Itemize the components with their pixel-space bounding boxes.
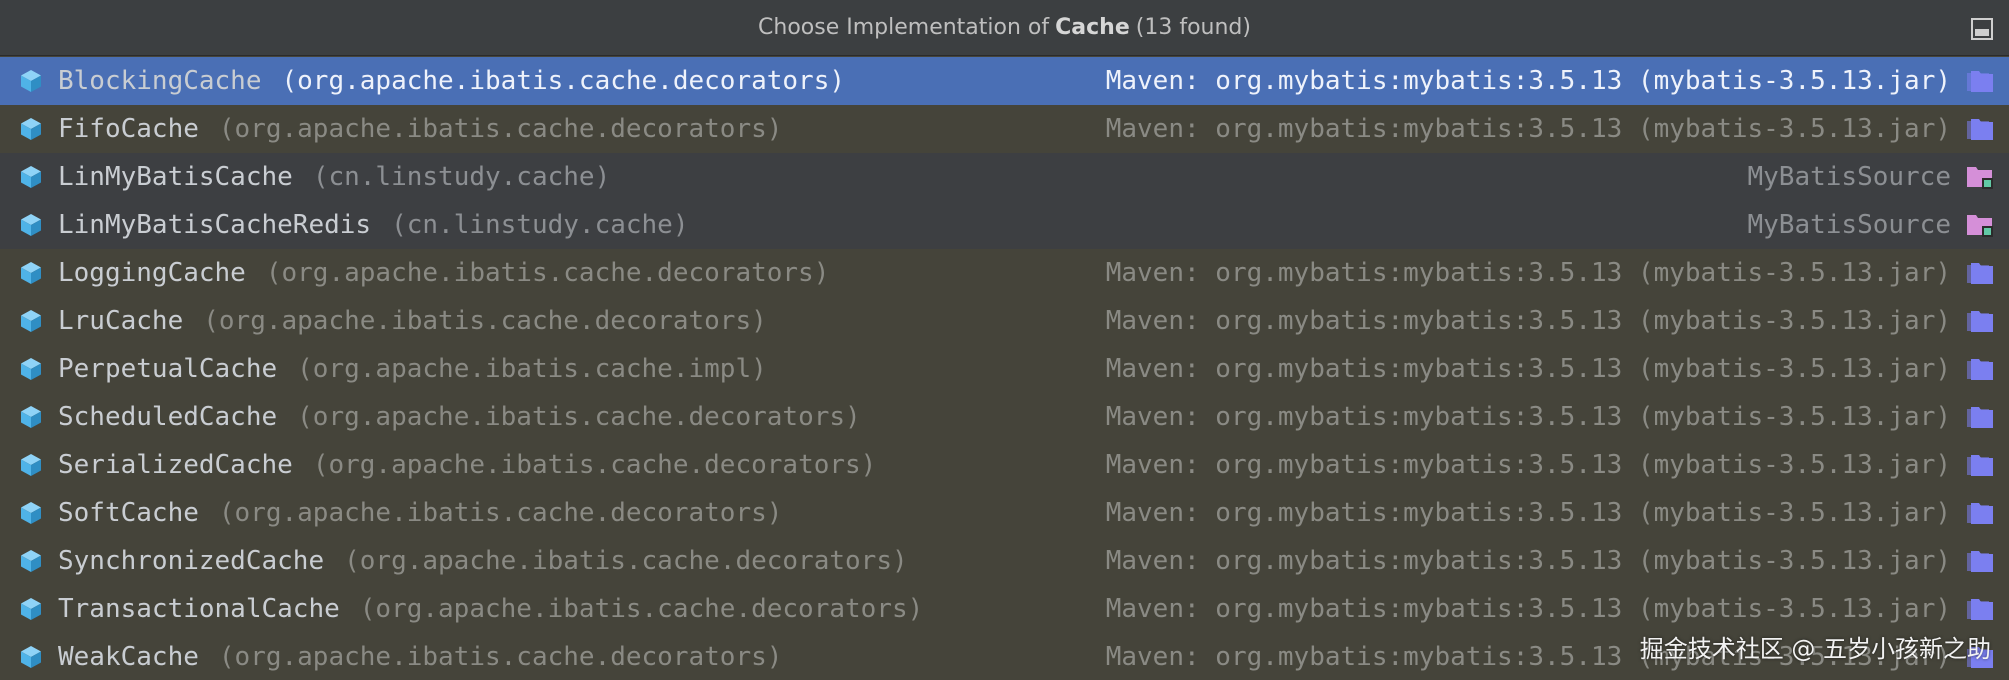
package-name: (org.apache.ibatis.cache.decorators): [344, 546, 908, 576]
implementation-row[interactable]: ScheduledCache (org.apache.ibatis.cache.d…: [0, 393, 2009, 441]
library-folder-icon: [1967, 311, 1993, 332]
library-folder-icon: [1967, 599, 1993, 620]
watermark: 掘金技术社区 @ 五岁小孩新之助: [1639, 635, 1991, 663]
package-name: (org.apache.ibatis.cache.decorators): [312, 450, 877, 480]
package-name: (org.apache.ibatis.cache.decorators): [265, 258, 830, 288]
package-name: (org.apache.ibatis.cache.decorators): [218, 642, 783, 672]
location-label: MyBatisSource: [1747, 162, 1952, 192]
library-folder-icon: [1967, 359, 1993, 380]
package-name: (org.apache.ibatis.cache.decorators): [359, 594, 924, 624]
class-icon: [21, 262, 41, 284]
class-icon: [21, 118, 41, 140]
class-name: LoggingCache: [58, 258, 246, 288]
library-folder-icon: [1967, 71, 1993, 92]
location-label: Maven: org.mybatis:mybatis:3.5.13 (mybat…: [1105, 594, 1951, 624]
implementation-row[interactable]: SerializedCache (org.apache.ibatis.cache.…: [0, 441, 2009, 489]
class-icon: [21, 550, 41, 572]
class-name: TransactionalCache: [58, 594, 340, 624]
header-prefix: Choose Implementation of: [758, 15, 1050, 40]
location-label: Maven: org.mybatis:mybatis:3.5.13 (mybat…: [1105, 114, 1951, 144]
class-icon: [21, 70, 41, 92]
package-name: (org.apache.ibatis.cache.decorators): [281, 66, 846, 96]
header-target: Cache: [1055, 15, 1130, 40]
implementation-row[interactable]: BlockingCache (org.apache.ibatis.cache.de…: [0, 57, 2009, 105]
class-icon: [21, 310, 41, 332]
implementation-row[interactable]: SynchronizedCache (org.apache.ibatis.cach…: [0, 537, 2009, 585]
library-folder-icon: [1967, 455, 1993, 476]
class-name: LinMyBatisCache: [58, 162, 293, 192]
location-label: MyBatisSource: [1747, 210, 1952, 240]
class-name: SynchronizedCache: [58, 546, 325, 576]
class-icon: [21, 502, 41, 524]
package-name: (org.apache.ibatis.cache.decorators): [297, 402, 861, 432]
location-label: Maven: org.mybatis:mybatis:3.5.13 (mybat…: [1105, 66, 1951, 96]
implementation-row[interactable]: LoggingCache (org.apache.ibatis.cache.dec…: [0, 249, 2009, 297]
package-name: (org.apache.ibatis.cache.decorators): [218, 114, 783, 144]
module-folder-icon: [1967, 215, 1993, 237]
package-name: (org.apache.ibatis.cache.decorators): [218, 498, 783, 528]
popup-header: Choose Implementation of Cache (13 found…: [0, 0, 2009, 56]
library-folder-icon: [1967, 407, 1993, 428]
implementation-row[interactable]: PerpetualCache (org.apache.ibatis.cache.i…: [0, 345, 2009, 393]
location-label: Maven: org.mybatis:mybatis:3.5.13 (mybat…: [1105, 306, 1951, 336]
location-label: Maven: org.mybatis:mybatis:3.5.13 (mybat…: [1105, 450, 1951, 480]
package-name: (cn.linstudy.cache): [391, 210, 689, 240]
library-folder-icon: [1967, 263, 1993, 284]
package-name: (org.apache.ibatis.cache.impl): [297, 354, 767, 384]
class-name: FifoCache: [58, 114, 199, 144]
header-count: (13 found): [1135, 15, 1251, 40]
location-label: Maven: org.mybatis:mybatis:3.5.13 (mybat…: [1105, 402, 1951, 432]
pin-window-icon[interactable]: [1971, 18, 1993, 40]
implementation-row[interactable]: LinMyBatisCache (cn.linstudy.cache) MyBati…: [0, 153, 2009, 201]
implementation-row[interactable]: LinMyBatisCacheRedis (cn.linstudy.cache) M…: [0, 201, 2009, 249]
class-name: BlockingCache: [58, 66, 262, 96]
implementation-list: BlockingCache (org.apache.ibatis.cache.de…: [0, 57, 2009, 680]
implementation-row[interactable]: TransactionalCache (org.apache.ibatis.cac…: [0, 585, 2009, 633]
class-name: ScheduledCache: [58, 402, 278, 432]
class-icon: [21, 454, 41, 476]
class-icon: [21, 598, 41, 620]
class-icon: [21, 358, 41, 380]
library-folder-icon: [1967, 119, 1993, 140]
library-folder-icon: [1967, 551, 1993, 572]
class-name: SoftCache: [58, 498, 199, 528]
class-icon: [21, 646, 41, 668]
choose-implementation-popup: Choose Implementation of Cache (13 found…: [0, 0, 2009, 680]
implementation-row[interactable]: FifoCache (org.apache.ibatis.cache.decora…: [0, 105, 2009, 153]
location-label: Maven: org.mybatis:mybatis:3.5.13 (mybat…: [1105, 354, 1951, 384]
location-label: Maven: org.mybatis:mybatis:3.5.13 (mybat…: [1105, 498, 1951, 528]
module-folder-icon: [1967, 167, 1993, 189]
location-label: Maven: org.mybatis:mybatis:3.5.13 (mybat…: [1105, 258, 1951, 288]
class-name: LinMyBatisCacheRedis: [58, 210, 372, 240]
implementation-row[interactable]: SoftCache (org.apache.ibatis.cache.decora…: [0, 489, 2009, 537]
class-icon: [21, 166, 41, 188]
library-folder-icon: [1967, 503, 1993, 524]
class-name: LruCache: [58, 306, 184, 336]
class-name: PerpetualCache: [58, 354, 278, 384]
class-name: SerializedCache: [58, 450, 293, 480]
class-name: WeakCache: [58, 642, 199, 672]
class-icon: [21, 214, 41, 236]
package-name: (cn.linstudy.cache): [312, 162, 611, 192]
package-name: (org.apache.ibatis.cache.decorators): [203, 306, 767, 336]
implementation-row[interactable]: LruCache (org.apache.ibatis.cache.decorat…: [0, 297, 2009, 345]
location-label: Maven: org.mybatis:mybatis:3.5.13 (mybat…: [1105, 546, 1951, 576]
class-icon: [21, 406, 41, 428]
